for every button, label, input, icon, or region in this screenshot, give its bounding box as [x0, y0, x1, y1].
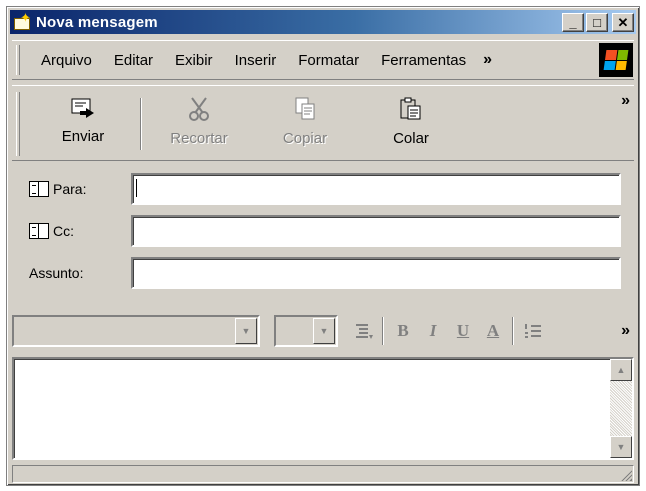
- paste-button[interactable]: Colar: [358, 86, 464, 158]
- message-body[interactable]: ▲ ▼: [12, 357, 634, 460]
- formatting-bar: ▼ ▼ B I U A »: [12, 311, 634, 351]
- format-overflow-chevron[interactable]: »: [621, 322, 630, 340]
- scroll-down-icon[interactable]: ▼: [610, 436, 632, 458]
- cc-field-label[interactable]: Cc:: [29, 223, 131, 239]
- copy-label: Copiar: [282, 130, 328, 147]
- subject-input[interactable]: [131, 257, 621, 289]
- paragraph-style-icon: [356, 324, 373, 339]
- underline-button[interactable]: U: [448, 316, 478, 346]
- send-button[interactable]: Enviar: [30, 86, 136, 158]
- cut-button[interactable]: Recortar: [146, 86, 252, 158]
- address-book-icon: [29, 223, 49, 239]
- paragraph-style-button[interactable]: [348, 316, 378, 346]
- chevron-down-icon[interactable]: ▼: [313, 318, 335, 344]
- cc-label: Cc:: [53, 223, 74, 239]
- caption-buttons: _ □ ✕: [562, 12, 634, 32]
- windows-logo-icon: [599, 43, 633, 77]
- font-size-select[interactable]: ▼: [274, 315, 338, 347]
- menu-exibir[interactable]: Exibir: [164, 52, 224, 69]
- to-label: Para:: [53, 181, 87, 197]
- format-separator: [512, 317, 514, 345]
- resize-grip-icon[interactable]: [620, 469, 632, 481]
- menu-inserir[interactable]: Inserir: [224, 52, 288, 69]
- italic-button[interactable]: I: [418, 316, 448, 346]
- minimize-button[interactable]: _: [562, 12, 584, 32]
- numbered-list-icon: [525, 324, 541, 338]
- scissors-icon: [189, 97, 209, 121]
- menu-overflow-chevron[interactable]: »: [483, 51, 492, 69]
- to-field-label[interactable]: Para:: [29, 181, 131, 197]
- to-input[interactable]: [131, 173, 621, 205]
- bold-button[interactable]: B: [388, 316, 418, 346]
- font-select[interactable]: ▼: [12, 315, 260, 347]
- send-label: Enviar: [61, 128, 105, 145]
- to-row: Para:: [29, 173, 621, 205]
- scroll-up-icon[interactable]: ▲: [610, 359, 632, 381]
- cc-row: Cc:: [29, 215, 621, 247]
- paste-label: Colar: [393, 130, 429, 147]
- menu-grip[interactable]: [16, 45, 20, 75]
- cc-input[interactable]: [131, 215, 621, 247]
- window-title: Nova mensagem: [36, 13, 158, 31]
- cut-label: Recortar: [170, 130, 228, 147]
- compose-window: ✦ Nova mensagem _ □ ✕ Arquivo Editar Exi…: [6, 6, 640, 486]
- font-color-button[interactable]: A: [478, 316, 508, 346]
- menu-editar[interactable]: Editar: [103, 52, 164, 69]
- address-book-icon: [29, 181, 49, 197]
- chevron-down-icon[interactable]: ▼: [235, 318, 257, 344]
- maximize-button[interactable]: □: [586, 12, 608, 32]
- subject-label: Assunto:: [29, 265, 84, 281]
- new-message-icon: ✦: [14, 11, 32, 31]
- copy-button[interactable]: Copiar: [252, 86, 358, 158]
- toolbar-overflow-chevron[interactable]: »: [621, 92, 630, 110]
- toolbar-separator: [140, 98, 142, 150]
- format-separator: [382, 317, 384, 345]
- subject-field-label: Assunto:: [29, 265, 131, 281]
- send-icon: [71, 98, 94, 118]
- copy-icon: [295, 97, 315, 120]
- menu-bar: Arquivo Editar Exibir Inserir Formatar F…: [12, 40, 634, 80]
- text-caret: [136, 179, 137, 197]
- toolbar: Enviar Recortar Copiar Colar »: [12, 85, 634, 161]
- paste-icon: [400, 97, 421, 120]
- close-button[interactable]: ✕: [612, 12, 634, 32]
- numbered-list-button[interactable]: [518, 316, 548, 346]
- subject-row: Assunto:: [29, 257, 621, 289]
- toolbar-grip[interactable]: [16, 92, 20, 156]
- menu-formatar[interactable]: Formatar: [287, 52, 370, 69]
- title-bar[interactable]: ✦ Nova mensagem _ □ ✕: [10, 10, 636, 34]
- menu-ferramentas[interactable]: Ferramentas: [370, 52, 477, 69]
- status-bar: [12, 465, 634, 483]
- menu-arquivo[interactable]: Arquivo: [30, 52, 103, 69]
- vertical-scrollbar[interactable]: ▲ ▼: [610, 359, 632, 458]
